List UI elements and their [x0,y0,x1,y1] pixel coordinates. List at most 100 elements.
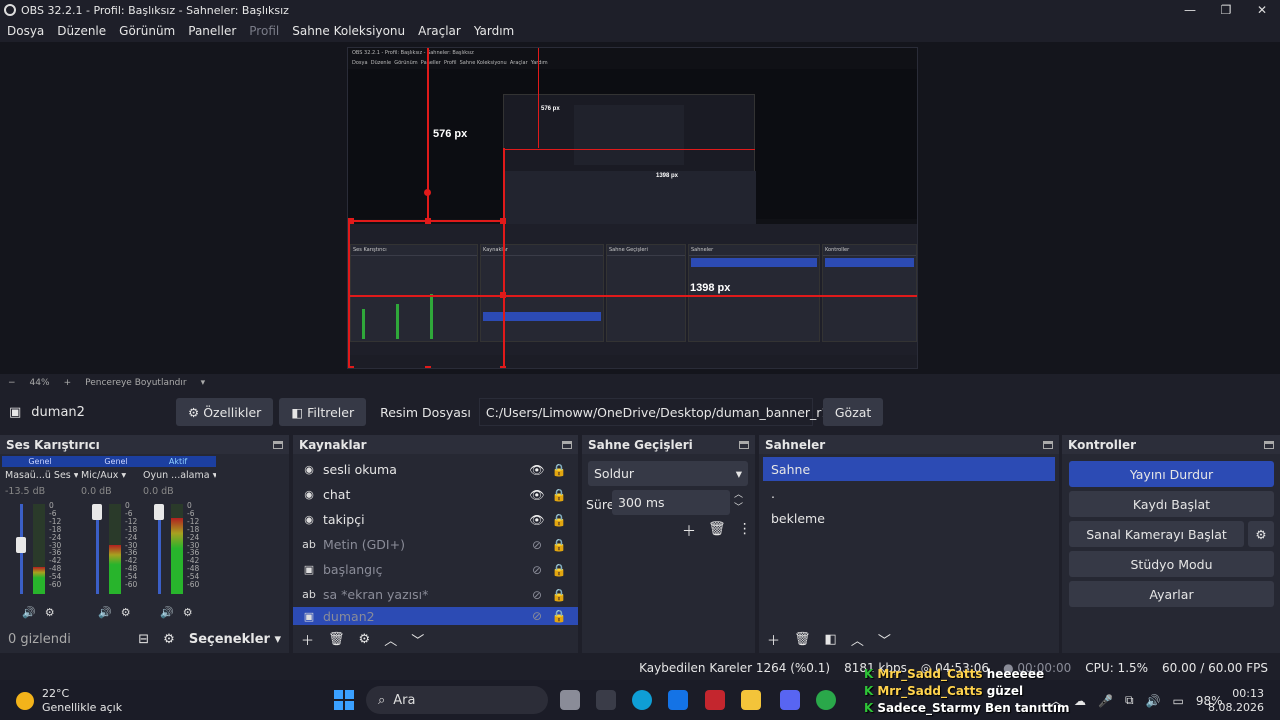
volume-slider[interactable] [154,504,164,594]
move-up-icon[interactable]: ︿ [851,630,864,649]
image-file-path[interactable]: C:/Users/Limoww/OneDrive/Desktop/duman_b… [478,398,874,426]
studio-mode-button[interactable]: Stüdyo Modu [1069,551,1274,577]
menu-tools[interactable]: Araçlar [418,24,461,38]
channel-name[interactable]: Masaü...ü Ses ▾ [5,470,78,481]
preview-area[interactable]: OBS 32.2.1 - Profil: Başlıksız - Sahnele… [0,42,1280,374]
transition-select[interactable]: Soldur ▾ [588,461,748,486]
lock-icon[interactable]: 🔒 [548,463,570,477]
file-explorer-icon[interactable] [741,690,761,710]
task-view-icon[interactable] [560,690,580,710]
office-icon[interactable] [705,690,725,710]
edge-icon[interactable] [632,690,652,710]
source-item[interactable]: ab Metin (GDI+) ⊘ 🔒 [293,532,578,557]
duration-stepper[interactable]: ︿ ﹀ [734,489,743,515]
battery-icon[interactable]: ▭ [1173,694,1184,708]
network-icon[interactable]: ⧉ [1125,693,1134,708]
more-icon[interactable]: ⋮ [738,521,752,541]
eye-hidden-icon[interactable]: ⊘ [526,563,548,577]
chrome-icon[interactable] [816,690,836,710]
filter-icon[interactable]: ◧ [825,632,837,647]
source-item[interactable]: ab sa *ekran yazısı* ⊘ 🔒 [293,582,578,607]
zoom-in-button[interactable]: + [64,378,72,388]
zoom-dropdown-icon[interactable]: ▾ [201,378,206,388]
eye-hidden-icon[interactable]: ⊘ [526,538,548,552]
trash-icon[interactable]: 🗑 [328,632,345,647]
mixer-options-button[interactable]: Seçenekler ▾ [189,632,281,647]
lock-icon[interactable]: 🔒 [548,538,570,552]
layout-icon[interactable]: ⊟ [138,632,149,647]
lock-icon[interactable]: 🔒 [548,609,570,623]
undock-icon[interactable] [739,440,749,449]
slider-knob[interactable] [92,504,102,520]
undock-icon[interactable] [273,440,283,449]
menu-docks[interactable]: Paneller [188,24,236,38]
eye-icon[interactable]: 👁 [526,463,548,477]
start-virtual-camera-button[interactable]: Sanal Kamerayı Başlat [1069,521,1244,547]
source-item[interactable]: ◉ chat 👁 🔒 [293,482,578,507]
lock-icon[interactable]: 🔒 [548,513,570,527]
properties-button[interactable]: ⚙ Özellikler [176,398,274,426]
gear-icon[interactable]: ⚙ [359,632,371,647]
menu-view[interactable]: Görünüm [119,24,175,38]
add-transition-icon[interactable]: ＋ [682,521,696,541]
add-scene-icon[interactable]: ＋ [767,630,780,649]
volume-icon[interactable]: 🔊 [1146,694,1161,708]
channel-name[interactable]: Oyun ...alama ▾ [143,470,216,481]
outlook-icon[interactable] [668,690,688,710]
lock-icon[interactable]: 🔒 [548,488,570,502]
scene-item[interactable]: . [763,481,1055,506]
eye-icon[interactable]: 👁 [526,513,548,527]
add-source-icon[interactable]: ＋ [301,630,314,649]
fit-to-window[interactable]: Pencereye Boyutlandır [85,378,186,388]
settings-button[interactable]: Ayarlar [1069,581,1274,607]
speaker-icon[interactable]: 🔊 [160,606,174,619]
settings-icon[interactable]: ⚙ [121,606,131,619]
windows-start-icon[interactable] [334,690,354,710]
undock-icon[interactable] [1264,440,1274,449]
source-item[interactable]: ◉ takipçi 👁 🔒 [293,507,578,532]
weather-widget[interactable]: 22°C Genellikle açık [16,687,122,715]
speaker-icon[interactable]: 🔊 [22,606,36,619]
volume-slider[interactable] [16,504,26,594]
settings-icon[interactable]: ⚙ [45,606,55,619]
close-button[interactable]: ✕ [1244,0,1280,20]
menu-edit[interactable]: Düzenle [57,24,106,38]
clock[interactable]: 00:13 8.08.2026 [1208,687,1264,715]
cloud-icon[interactable]: ☁ [1074,694,1086,708]
trash-icon[interactable]: 🗑 [794,632,811,647]
virtual-camera-settings-button[interactable]: ⚙ [1248,521,1274,547]
eye-icon[interactable]: 👁 [526,488,548,502]
menu-help[interactable]: Yardım [474,24,514,38]
filters-button[interactable]: ◧ Filtreler [279,398,367,426]
discord-icon[interactable] [780,690,800,710]
speaker-icon[interactable]: 🔊 [98,606,112,619]
move-down-icon[interactable]: ﹀ [411,630,424,649]
settings-icon[interactable]: ⚙ [183,606,193,619]
slider-knob[interactable] [16,537,26,553]
undock-icon[interactable] [562,440,572,449]
eye-hidden-icon[interactable]: ⊘ [526,609,548,623]
menu-scene-collection[interactable]: Sahne Koleksiyonu [292,24,405,38]
volume-slider[interactable] [92,504,102,594]
lock-icon[interactable]: 🔒 [548,588,570,602]
move-down-icon[interactable]: ﹀ [878,630,891,649]
zoom-out-button[interactable]: − [8,378,16,388]
start-recording-button[interactable]: Kaydı Başlat [1069,491,1274,517]
slider-knob[interactable] [154,504,164,520]
scene-item-selected[interactable]: Sahne [763,457,1055,481]
browse-button[interactable]: Gözat [822,398,884,426]
duration-input[interactable]: 300 ms [612,490,730,515]
source-item[interactable]: ◉ sesli okuma 👁 🔒 [293,457,578,482]
eye-hidden-icon[interactable]: ⊘ [526,588,548,602]
menu-profile[interactable]: Profil [249,24,279,38]
move-up-icon[interactable]: ︿ [384,630,397,649]
tray-expand-icon[interactable]: ︿ [1050,692,1062,709]
taskbar-search[interactable]: ⌕ Ara [366,686,548,714]
minimize-button[interactable]: — [1172,0,1208,20]
scene-item[interactable]: bekleme [763,506,1055,531]
menu-file[interactable]: Dosya [7,24,44,38]
advanced-audio-icon[interactable]: ⚙ [163,632,175,647]
undock-icon[interactable] [1043,440,1053,449]
trash-icon[interactable]: 🗑 [708,521,726,541]
lock-icon[interactable]: 🔒 [548,563,570,577]
